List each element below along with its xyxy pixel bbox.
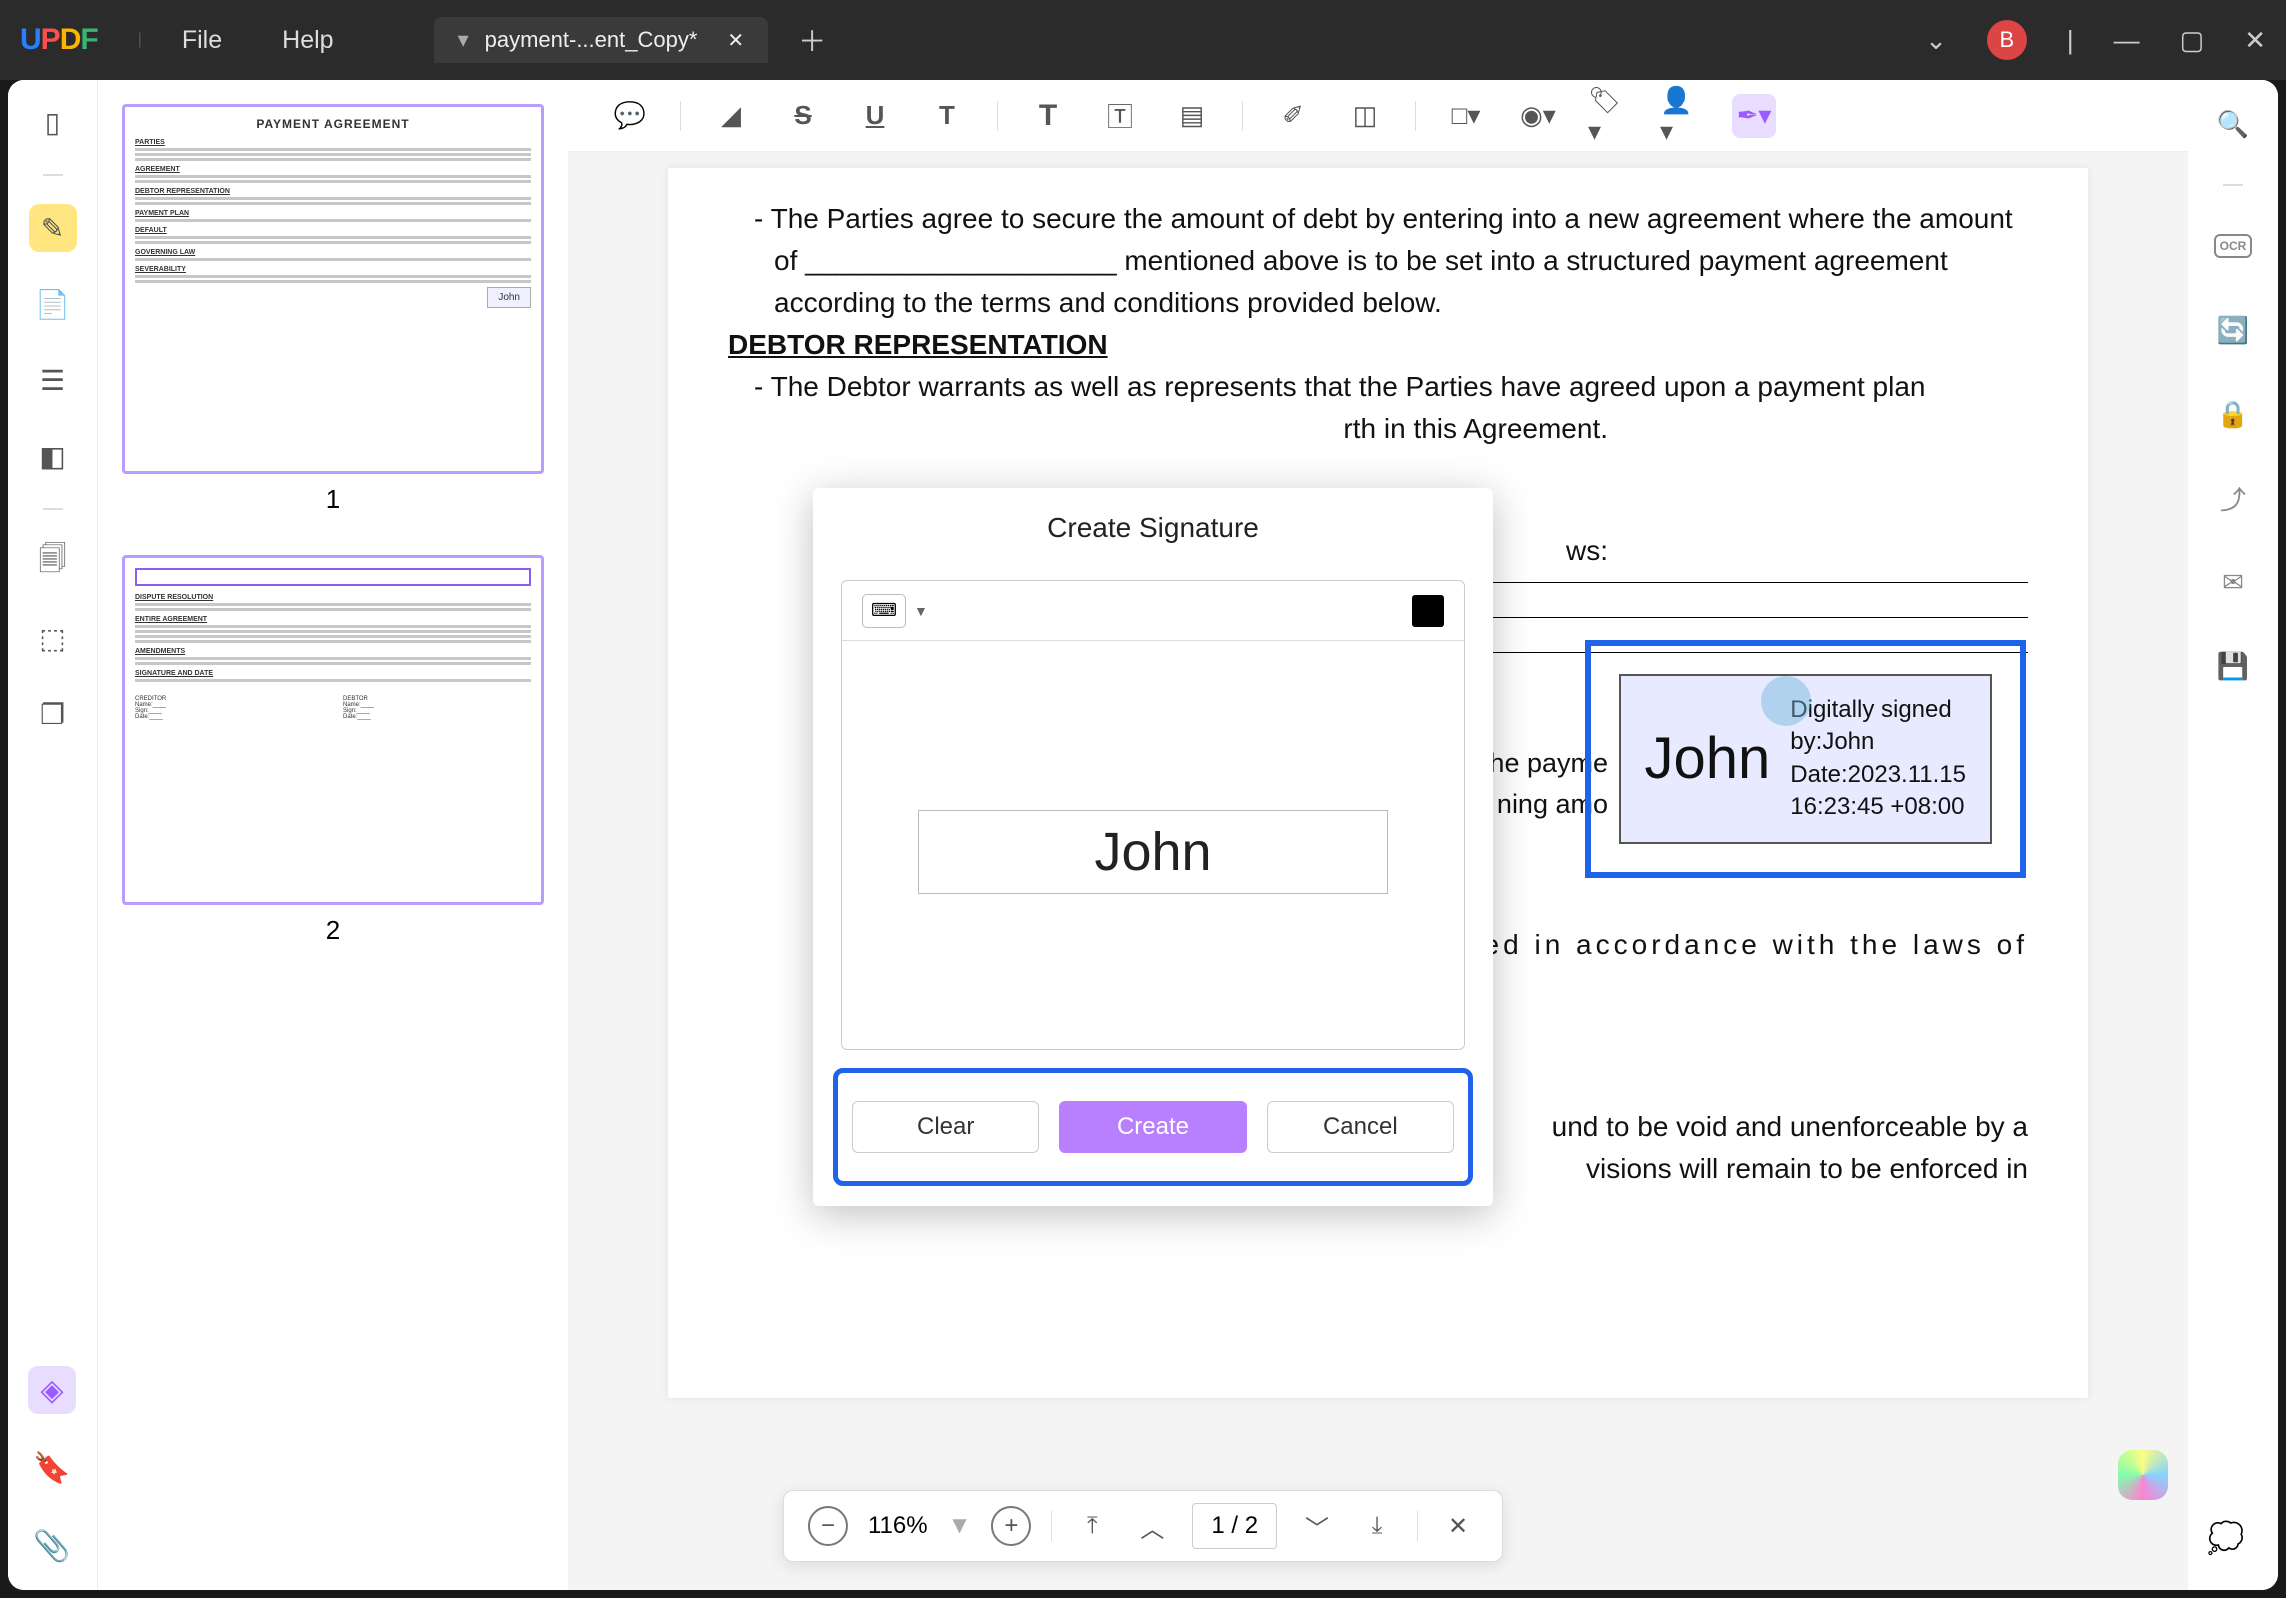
signature-canvas: ⌨ ▼ <box>841 580 1465 1050</box>
last-page-button[interactable]: ⤓ <box>1357 1506 1397 1546</box>
doc-paragraph: - The Debtor warrants as well as represe… <box>728 366 2028 408</box>
reader-tool-icon[interactable]: ▯ <box>29 98 77 146</box>
next-page-button[interactable]: ﹀ <box>1297 1506 1337 1546</box>
dialog-button-row: Clear Create Cancel <box>833 1068 1473 1186</box>
signature-tool-icon[interactable]: ✒▾ <box>1732 94 1776 138</box>
sticker-tool-icon[interactable]: 👤▾ <box>1660 94 1704 138</box>
signature-seal-icon <box>1761 676 1811 726</box>
doc-paragraph: - The Parties agree to secure the amount… <box>728 198 2028 324</box>
digital-signature-stamp[interactable]: John Digitally signed by:John Date:2023.… <box>1585 640 2026 878</box>
underline-tool-icon[interactable]: U <box>853 94 897 138</box>
batch-tool-icon[interactable]: ❐ <box>29 690 77 738</box>
annotation-toolbar: 💬 ◢ S U T T 🅃 ▤ ✐ ◫ □▾ ◉▾ 🏷▾ 👤▾ ✒▾ <box>568 80 2188 152</box>
page-indicator[interactable]: 1 / 2 <box>1192 1503 1277 1549</box>
zoom-in-button[interactable]: + <box>991 1506 1031 1546</box>
create-button[interactable]: Create <box>1059 1101 1246 1153</box>
zoom-dropdown-icon[interactable]: ▼ <box>948 1512 972 1540</box>
menu-help[interactable]: Help <box>282 26 333 55</box>
keyboard-mode-button[interactable]: ⌨ <box>862 594 906 628</box>
app-logo: UPDF <box>20 23 98 57</box>
crop-tool-icon[interactable]: ⬚ <box>29 614 77 662</box>
highlight-tool-icon[interactable]: ◢ <box>709 94 753 138</box>
layers-icon[interactable]: ◈ <box>28 1366 76 1414</box>
organize-tool-icon[interactable]: 🗐 <box>29 538 77 586</box>
text-tool-icon[interactable]: T <box>1026 94 1070 138</box>
pencil-tool-icon[interactable]: ✐ <box>1271 94 1315 138</box>
right-toolbar: 🔍 OCR 🔄 🔒 ⤴ ✉ 💾 <box>2188 80 2278 1590</box>
zoom-level: 116% <box>868 1512 928 1540</box>
tab-close-icon[interactable]: ✕ <box>727 28 744 53</box>
bookmark-icon[interactable]: 🔖 <box>28 1444 76 1492</box>
share-icon[interactable]: ⤴ <box>2209 474 2257 522</box>
signature-metadata: Digitally signed by:John Date:2023.11.15… <box>1790 694 1966 824</box>
zoom-out-button[interactable]: − <box>808 1506 848 1546</box>
user-avatar[interactable]: B <box>1987 20 2027 60</box>
tab-title: payment-...ent_Copy* <box>485 27 698 53</box>
create-signature-dialog: Create Signature ⌨ ▼ Clear Create Cancel <box>813 488 1493 1206</box>
prev-page-button[interactable]: ︿ <box>1132 1506 1172 1546</box>
callout-tool-icon[interactable]: ▤ <box>1170 94 1214 138</box>
window-minimize-icon[interactable]: — <box>2114 25 2140 56</box>
cancel-button[interactable]: Cancel <box>1267 1101 1454 1153</box>
chat-icon[interactable]: 💭 <box>2202 1514 2250 1562</box>
shape-tool-icon[interactable]: □▾ <box>1444 94 1488 138</box>
eraser-tool-icon[interactable]: ◫ <box>1343 94 1387 138</box>
new-tab-button[interactable]: ＋ <box>798 20 826 60</box>
thumb-number-2: 2 <box>122 915 544 946</box>
convert-icon[interactable]: 🔄 <box>2209 306 2257 354</box>
thumbnail-page-2[interactable]: DISPUTE RESOLUTION ENTIRE AGREEMENT AMEN… <box>122 555 544 905</box>
document-tab[interactable]: ▾ payment-...ent_Copy* ✕ <box>434 17 769 63</box>
left-toolbar: ▯ ✎ 📄 ☰ ◧ 🗐 ⬚ ❐ <box>8 80 98 1590</box>
doc-heading: DEBTOR REPRESENTATION <box>728 324 2028 366</box>
squiggly-tool-icon[interactable]: T <box>925 94 969 138</box>
signature-color-picker[interactable] <box>1412 595 1444 627</box>
thumb-number-1: 1 <box>122 484 544 515</box>
tag-tool-icon[interactable]: 🏷▾ <box>1588 94 1632 138</box>
menu-file[interactable]: File <box>182 26 222 55</box>
comment-tool-icon[interactable]: 💬 <box>608 94 652 138</box>
signature-name: John <box>1645 715 1771 802</box>
page-tool-icon[interactable]: ◧ <box>29 432 77 480</box>
strikethrough-tool-icon[interactable]: S <box>781 94 825 138</box>
highlighter-tool-icon[interactable]: ✎ <box>29 204 77 252</box>
window-maximize-icon[interactable]: ▢ <box>2180 25 2205 56</box>
search-icon[interactable]: 🔍 <box>2209 100 2257 148</box>
ocr-button[interactable]: OCR <box>2209 222 2257 270</box>
mode-dropdown-icon[interactable]: ▼ <box>914 603 928 619</box>
thumbnail-page-1[interactable]: PAYMENT AGREEMENT PARTIES AGREEMENT DEBT… <box>122 104 544 474</box>
textbox-tool-icon[interactable]: 🅃 <box>1098 94 1142 138</box>
chevron-down-icon[interactable]: ⌄ <box>1925 25 1947 56</box>
form-tool-icon[interactable]: ☰ <box>29 356 77 404</box>
attachment-icon[interactable]: 📎 <box>28 1522 76 1570</box>
protect-icon[interactable]: 🔒 <box>2209 390 2257 438</box>
window-close-icon[interactable]: ✕ <box>2244 25 2266 56</box>
doc-fragment: rth in this Agreement. <box>728 408 2028 450</box>
edit-tool-icon[interactable]: 📄 <box>29 280 77 328</box>
signature-text-input[interactable] <box>918 810 1388 894</box>
close-pager-button[interactable]: ✕ <box>1438 1506 1478 1546</box>
dialog-title: Create Signature <box>813 488 1493 568</box>
email-icon[interactable]: ✉ <box>2209 558 2257 606</box>
page-navigator: − 116% ▼ + ⤒ ︿ 1 / 2 ﹀ ⤓ ✕ <box>783 1490 1503 1562</box>
save-icon[interactable]: 💾 <box>2209 642 2257 690</box>
thumbnail-panel: PAYMENT AGREEMENT PARTIES AGREEMENT DEBT… <box>98 80 568 1590</box>
ai-assistant-icon[interactable] <box>2118 1450 2168 1500</box>
stamp-tool-icon[interactable]: ◉▾ <box>1516 94 1560 138</box>
first-page-button[interactable]: ⤒ <box>1072 1506 1112 1546</box>
clear-button[interactable]: Clear <box>852 1101 1039 1153</box>
